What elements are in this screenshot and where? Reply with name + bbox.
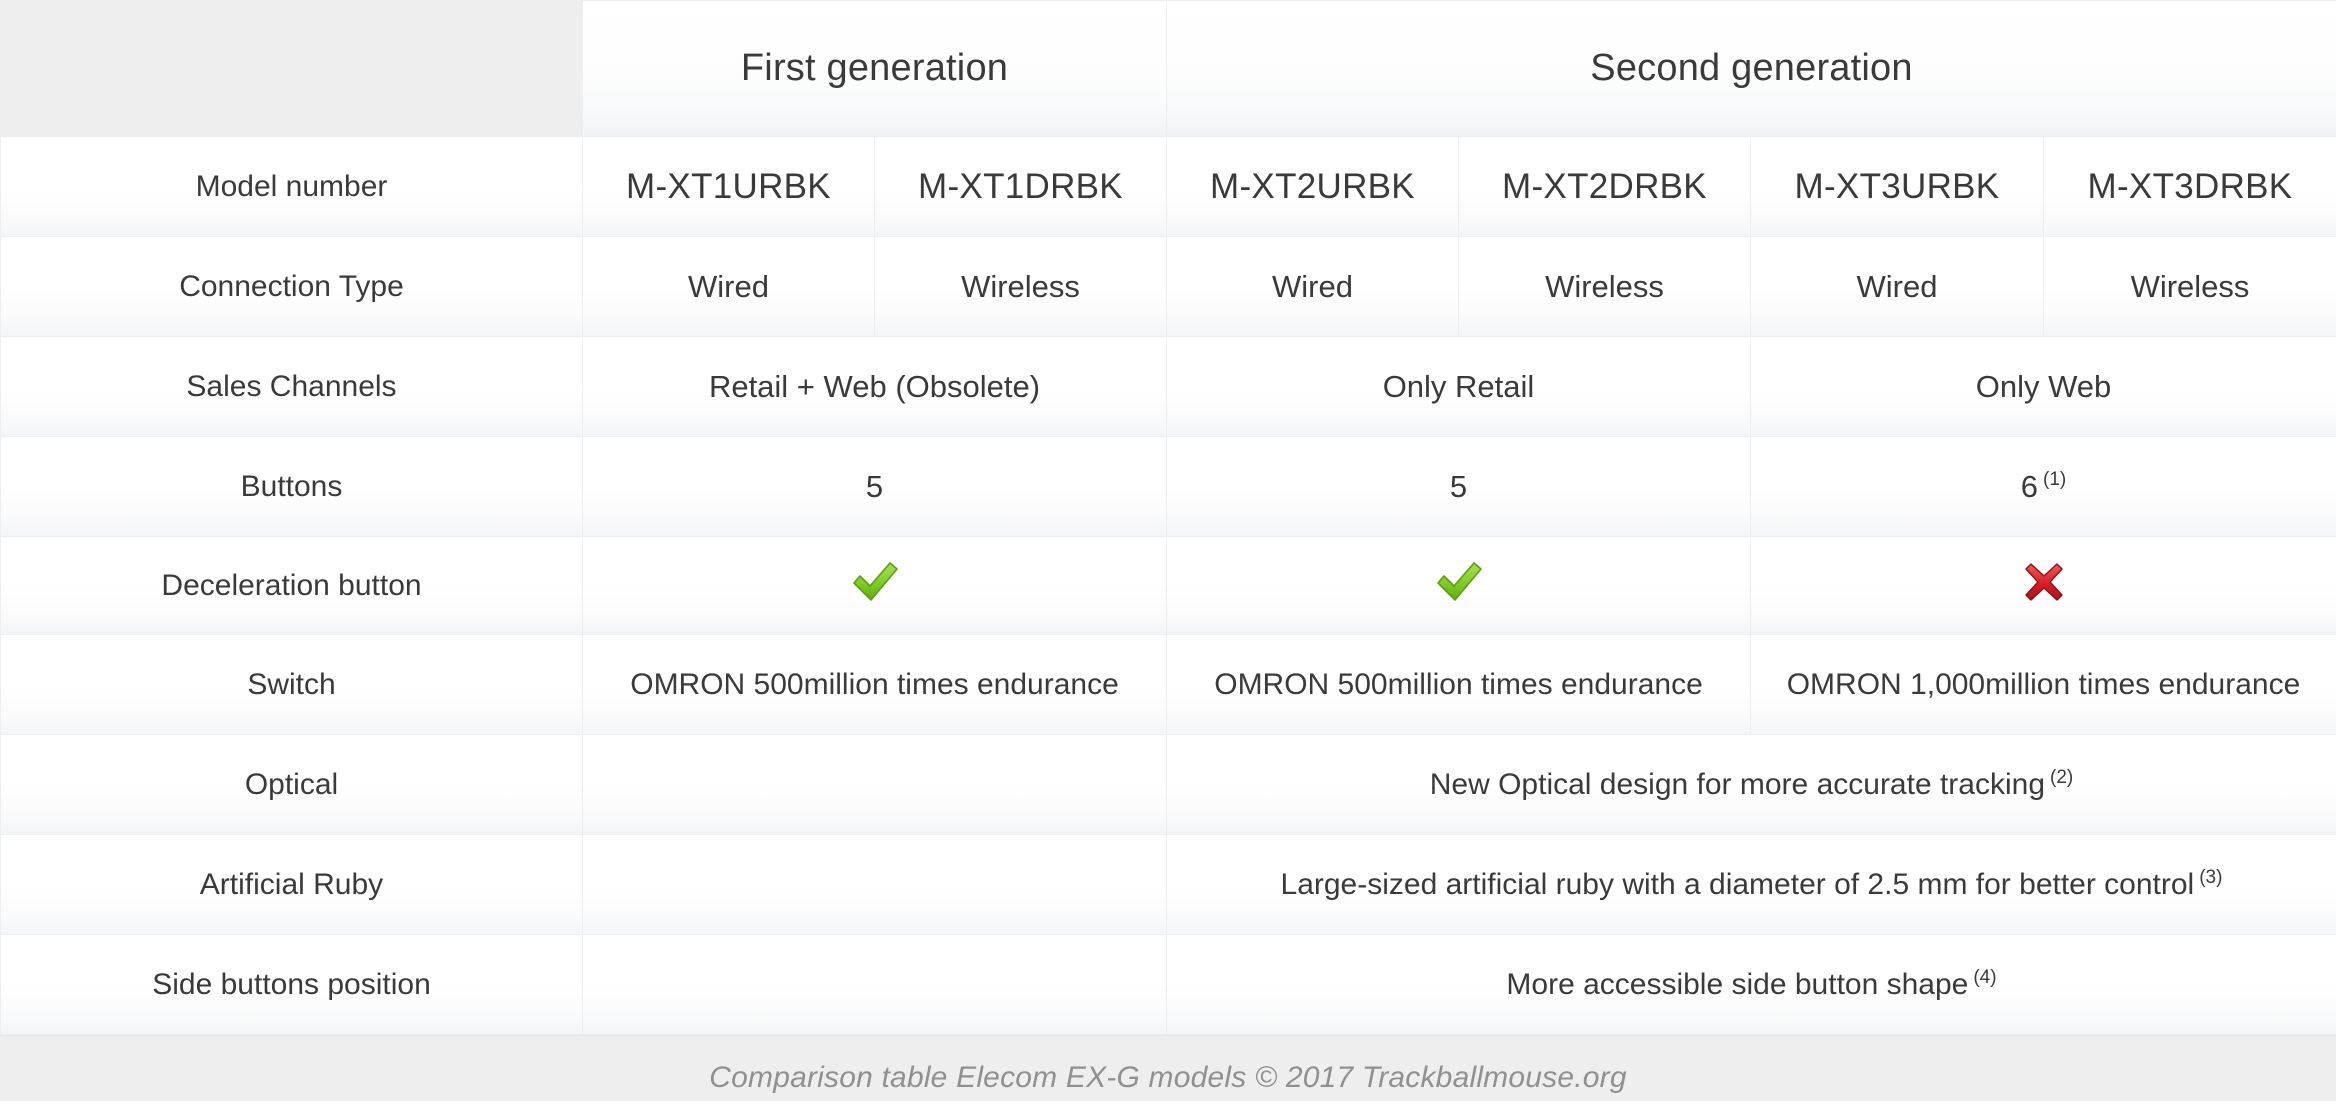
cell-text: M-XT2URBK [1210, 166, 1415, 206]
generation-header-1: First generation [582, 0, 1167, 137]
generation-header-2: Second generation [1166, 0, 2336, 137]
cell-value: M-XT2URBK [1166, 136, 1459, 237]
cell-text: New Optical design for more accurate tra… [1429, 768, 2046, 801]
table-row: Model number M-XT1URBK M-XT1DRBK M-XT2URBK M… [0, 136, 2336, 237]
row-label-side-buttons-position: Side buttons position [0, 934, 583, 1035]
row-label-model-number: Model number [0, 136, 583, 237]
cell-text: Retail + Web (Obsolete) [708, 368, 1041, 404]
cell-value: M-XT3DRBK [2043, 136, 2336, 237]
table-row: Connection Type Wired Wireless Wired Wireles… [0, 236, 2336, 337]
cell-text: M-XT1DRBK [918, 166, 1123, 206]
footnote-marker: (3) [2199, 867, 2223, 888]
cell-value: M-XT3URBK [1750, 136, 2044, 237]
cell-value: Wireless [1458, 236, 1751, 337]
cell-value: Wireless [874, 236, 1167, 337]
cell-text: Only Retail [1382, 368, 1535, 404]
cell-text: M-XT3DRBK [2087, 166, 2293, 206]
row-label-sales-channels: Sales Channels [0, 336, 583, 437]
comparison-table-page: TRACKBALL MOUSE.org ★★★★★ reviews, compa… [0, 0, 2336, 1101]
cell-value: 5 [582, 436, 1167, 537]
cell-value: Wired [1750, 236, 2044, 337]
table-row: Optical New Optical design for more accur… [0, 734, 2336, 835]
table-row: Buttons 5 5 6 (1) [0, 436, 2336, 537]
cell-text: More accessible side button shape [1506, 968, 1969, 1001]
model-comparison-table: First generation Second generation Model n… [0, 0, 2336, 1035]
footnote-marker: (4) [1973, 967, 1997, 988]
cell-text: OMRON 1,000million times endurance [1786, 667, 2301, 701]
table-row: Sales Channels Retail + Web (Obsolete) Onl… [0, 336, 2336, 437]
cell-value: M-XT1DRBK [874, 136, 1167, 237]
cell-value: 6 (1) [1750, 436, 2336, 537]
table-row: Artificial Ruby Large-sized artificial ru… [0, 834, 2336, 935]
table-row: Switch OMRON 500million times endurance OM… [0, 634, 2336, 735]
footnote-marker: (2) [2050, 767, 2074, 788]
cell-value: Wired [1166, 236, 1459, 337]
row-label-optical: Optical [0, 734, 583, 835]
table-footer: Comparison table Elecom EX-G models © 20… [0, 1035, 2336, 1101]
cell-value: Wired [582, 236, 875, 337]
cell-value: More accessible side button shape (4) [1166, 934, 2336, 1035]
cell-text: Large-sized artificial ruby with a diame… [1280, 868, 2195, 901]
cell-value: OMRON 500million times endurance [582, 634, 1167, 735]
table-body: First generation Second generation Model n… [0, 0, 2336, 1035]
cell-text: M-XT1URBK [626, 166, 831, 206]
cell-value: M-XT1URBK [582, 136, 875, 237]
cell-text: Wired [1856, 268, 1938, 304]
cell-text: 5 [1449, 468, 1468, 504]
cell-text: Wireless [961, 268, 1080, 304]
row-label-deceleration-button: Deceleration button [0, 536, 583, 635]
footnote-marker: (1) [2043, 469, 2067, 491]
cell-text: Wireless [1545, 268, 1664, 304]
table-row: Side buttons position More accessible sid… [0, 934, 2336, 1035]
cell-value: Large-sized artificial ruby with a diame… [1166, 834, 2336, 935]
cell-text: Wireless [2130, 268, 2250, 304]
cell-text: Only Web [1975, 368, 2112, 404]
table-header-row: First generation Second generation [0, 0, 2336, 137]
cell-value: 5 [1166, 436, 1751, 537]
row-label-buttons: Buttons [0, 436, 583, 537]
cell-text: 5 [865, 468, 884, 504]
cell-value [582, 934, 1167, 1035]
cross-icon [2021, 559, 2067, 605]
row-label-connection-type: Connection Type [0, 236, 583, 337]
cell-value [582, 834, 1167, 935]
cell-value: New Optical design for more accurate tra… [1166, 734, 2336, 835]
row-label-artificial-ruby: Artificial Ruby [0, 834, 583, 935]
cell-value: OMRON 1,000million times endurance [1750, 634, 2336, 735]
cell-value: Retail + Web (Obsolete) [582, 336, 1167, 437]
cell-value: OMRON 500million times endurance [1166, 634, 1751, 735]
check-icon [849, 556, 901, 608]
cell-value: Wireless [2043, 236, 2336, 337]
cell-check-icon [582, 536, 1167, 635]
cell-text: Wired [1272, 268, 1353, 304]
cell-text: Wired [688, 268, 769, 304]
cell-value [582, 734, 1167, 835]
cell-text: 6 [2020, 468, 2038, 504]
row-label-switch: Switch [0, 634, 583, 735]
cell-text: M-XT3URBK [1794, 166, 2000, 206]
table-corner-cell [0, 0, 583, 137]
cell-text: M-XT2DRBK [1502, 166, 1707, 206]
cell-text: OMRON 500million times endurance [630, 667, 1119, 701]
cell-check-icon [1166, 536, 1751, 635]
table-row: Deceleration button [0, 536, 2336, 635]
cell-value: M-XT2DRBK [1458, 136, 1751, 237]
footer-credit-text: Comparison table Elecom EX-G models © 20… [709, 1061, 1627, 1094]
cell-text: OMRON 500million times endurance [1214, 667, 1703, 701]
cell-value: Only Web [1750, 336, 2336, 437]
cell-cross-icon [1750, 536, 2336, 635]
cell-value: Only Retail [1166, 336, 1751, 437]
check-icon [1433, 556, 1485, 608]
